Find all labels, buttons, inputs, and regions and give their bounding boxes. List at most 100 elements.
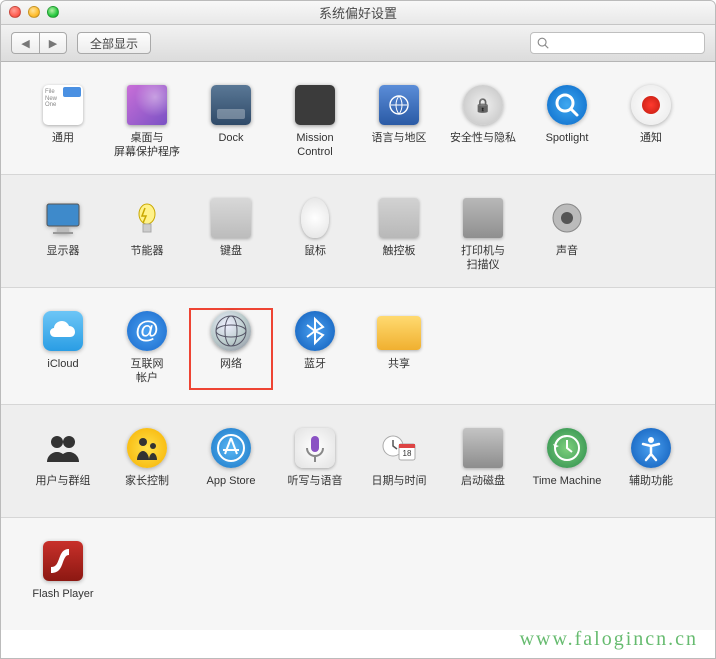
pref-internet-accounts[interactable]: @ 互联网 帐户 bbox=[105, 308, 189, 390]
mission-control-icon bbox=[295, 85, 335, 125]
pref-flash-player[interactable]: Flash Player bbox=[21, 538, 105, 616]
trackpad-icon bbox=[379, 198, 419, 238]
pref-label: App Store bbox=[207, 475, 256, 503]
pref-parental-controls[interactable]: 家长控制 bbox=[105, 425, 189, 503]
zoom-button[interactable] bbox=[47, 6, 59, 18]
pref-label: 显示器 bbox=[47, 245, 80, 273]
pref-keyboard[interactable]: 键盘 bbox=[189, 195, 273, 273]
pref-accessibility[interactable]: 辅助功能 bbox=[609, 425, 693, 503]
pref-icloud[interactable]: iCloud bbox=[21, 308, 105, 390]
sound-icon bbox=[547, 198, 587, 238]
pref-mouse[interactable]: 鼠标 bbox=[273, 195, 357, 273]
flash-player-icon bbox=[43, 541, 83, 581]
pref-label: 安全性与隐私 bbox=[450, 132, 516, 160]
pref-mission-control[interactable]: Mission Control bbox=[273, 82, 357, 160]
forward-button[interactable]: ▶ bbox=[39, 32, 67, 54]
pref-spotlight[interactable]: Spotlight bbox=[525, 82, 609, 160]
bluetooth-icon bbox=[295, 311, 335, 351]
pref-label: Dock bbox=[218, 132, 243, 160]
pref-label: 辅助功能 bbox=[629, 475, 673, 503]
back-button[interactable]: ◀ bbox=[11, 32, 39, 54]
accessibility-icon bbox=[631, 428, 671, 468]
nav-segment: ◀ ▶ bbox=[11, 32, 67, 54]
language-icon bbox=[379, 85, 419, 125]
pref-security-privacy[interactable]: 安全性与隐私 bbox=[441, 82, 525, 160]
pref-label: 键盘 bbox=[220, 245, 242, 273]
search-input[interactable] bbox=[530, 32, 705, 54]
pref-label: 通知 bbox=[640, 132, 662, 160]
pref-printers-scanners[interactable]: 打印机与 扫描仪 bbox=[441, 195, 525, 273]
pref-label: 鼠标 bbox=[304, 245, 326, 273]
icloud-icon bbox=[43, 311, 83, 351]
section-hardware: 显示器 节能器 键盘 鼠标 触控板 打印机与 扫描仪 声音 bbox=[1, 175, 715, 288]
pref-trackpad[interactable]: 触控板 bbox=[357, 195, 441, 273]
sharing-icon bbox=[377, 316, 421, 350]
pref-general[interactable]: 通用 bbox=[21, 82, 105, 160]
section-other: Flash Player bbox=[1, 518, 715, 630]
pref-label: 打印机与 扫描仪 bbox=[461, 245, 505, 273]
pref-label: 语言与地区 bbox=[372, 132, 427, 160]
pref-label: 节能器 bbox=[131, 245, 164, 273]
pref-label: 互联网 帐户 bbox=[131, 358, 164, 386]
pref-label: 桌面与 屏幕保护程序 bbox=[114, 132, 180, 160]
show-all-button[interactable]: 全部显示 bbox=[77, 32, 151, 54]
search-icon bbox=[536, 36, 550, 50]
dictation-icon bbox=[295, 428, 335, 468]
printer-icon bbox=[463, 198, 503, 238]
mouse-icon bbox=[301, 198, 329, 238]
minimize-button[interactable] bbox=[28, 6, 40, 18]
pref-label: 启动磁盘 bbox=[461, 475, 505, 503]
pref-time-machine[interactable]: Time Machine bbox=[525, 425, 609, 503]
pref-users-groups[interactable]: 用户与群组 bbox=[21, 425, 105, 503]
close-button[interactable] bbox=[9, 6, 21, 18]
pref-label: 触控板 bbox=[383, 245, 416, 273]
toolbar: ◀ ▶ 全部显示 bbox=[1, 25, 715, 62]
section-internet: iCloud @ 互联网 帐户 网络 蓝牙 共享 bbox=[1, 288, 715, 405]
pref-label: 蓝牙 bbox=[304, 358, 326, 386]
dock-icon bbox=[211, 85, 251, 125]
pref-startup-disk[interactable]: 启动磁盘 bbox=[441, 425, 525, 503]
internet-accounts-icon: @ bbox=[127, 311, 167, 351]
pref-notifications[interactable]: 通知 bbox=[609, 82, 693, 160]
pref-label: Flash Player bbox=[32, 588, 93, 616]
app-store-icon bbox=[211, 428, 251, 468]
pref-displays[interactable]: 显示器 bbox=[21, 195, 105, 273]
system-preferences-window: 系统偏好设置 ◀ ▶ 全部显示 通用 桌面与 屏幕保护程序 Dock Missi… bbox=[0, 0, 716, 659]
pref-dock[interactable]: Dock bbox=[189, 82, 273, 160]
titlebar: 系统偏好设置 bbox=[1, 1, 715, 25]
startup-disk-icon bbox=[463, 428, 503, 468]
pref-label: Spotlight bbox=[546, 132, 589, 160]
pref-energy-saver[interactable]: 节能器 bbox=[105, 195, 189, 273]
pref-label: Time Machine bbox=[533, 475, 602, 503]
parental-icon bbox=[127, 428, 167, 468]
pref-label: 用户与群组 bbox=[36, 475, 91, 503]
pref-label: Mission Control bbox=[296, 132, 333, 160]
security-icon bbox=[463, 85, 503, 125]
time-machine-icon bbox=[547, 428, 587, 468]
displays-icon bbox=[43, 198, 83, 238]
pref-language-region[interactable]: 语言与地区 bbox=[357, 82, 441, 160]
pref-desktop-screensaver[interactable]: 桌面与 屏幕保护程序 bbox=[105, 82, 189, 160]
desktop-icon bbox=[127, 85, 167, 125]
pref-date-time[interactable]: 18 日期与时间 bbox=[357, 425, 441, 503]
pref-app-store[interactable]: App Store bbox=[189, 425, 273, 503]
keyboard-icon bbox=[211, 198, 251, 238]
notifications-icon bbox=[631, 85, 671, 125]
pref-label: 通用 bbox=[52, 132, 74, 160]
pref-dictation-speech[interactable]: 听写与语音 bbox=[273, 425, 357, 503]
pref-sound[interactable]: 声音 bbox=[525, 195, 609, 273]
pref-label: 网络 bbox=[220, 358, 242, 386]
pref-label: 共享 bbox=[388, 358, 410, 386]
users-icon bbox=[43, 428, 83, 468]
pref-network[interactable]: 网络 bbox=[189, 308, 273, 390]
pref-label: iCloud bbox=[47, 358, 78, 386]
spotlight-icon bbox=[547, 85, 587, 125]
window-title: 系统偏好设置 bbox=[319, 3, 397, 22]
pref-label: 声音 bbox=[556, 245, 578, 273]
pref-bluetooth[interactable]: 蓝牙 bbox=[273, 308, 357, 390]
network-icon bbox=[211, 311, 251, 351]
svg-text:18: 18 bbox=[403, 449, 412, 458]
pref-label: 听写与语音 bbox=[288, 475, 343, 503]
search-wrap bbox=[530, 32, 705, 54]
pref-sharing[interactable]: 共享 bbox=[357, 308, 441, 390]
